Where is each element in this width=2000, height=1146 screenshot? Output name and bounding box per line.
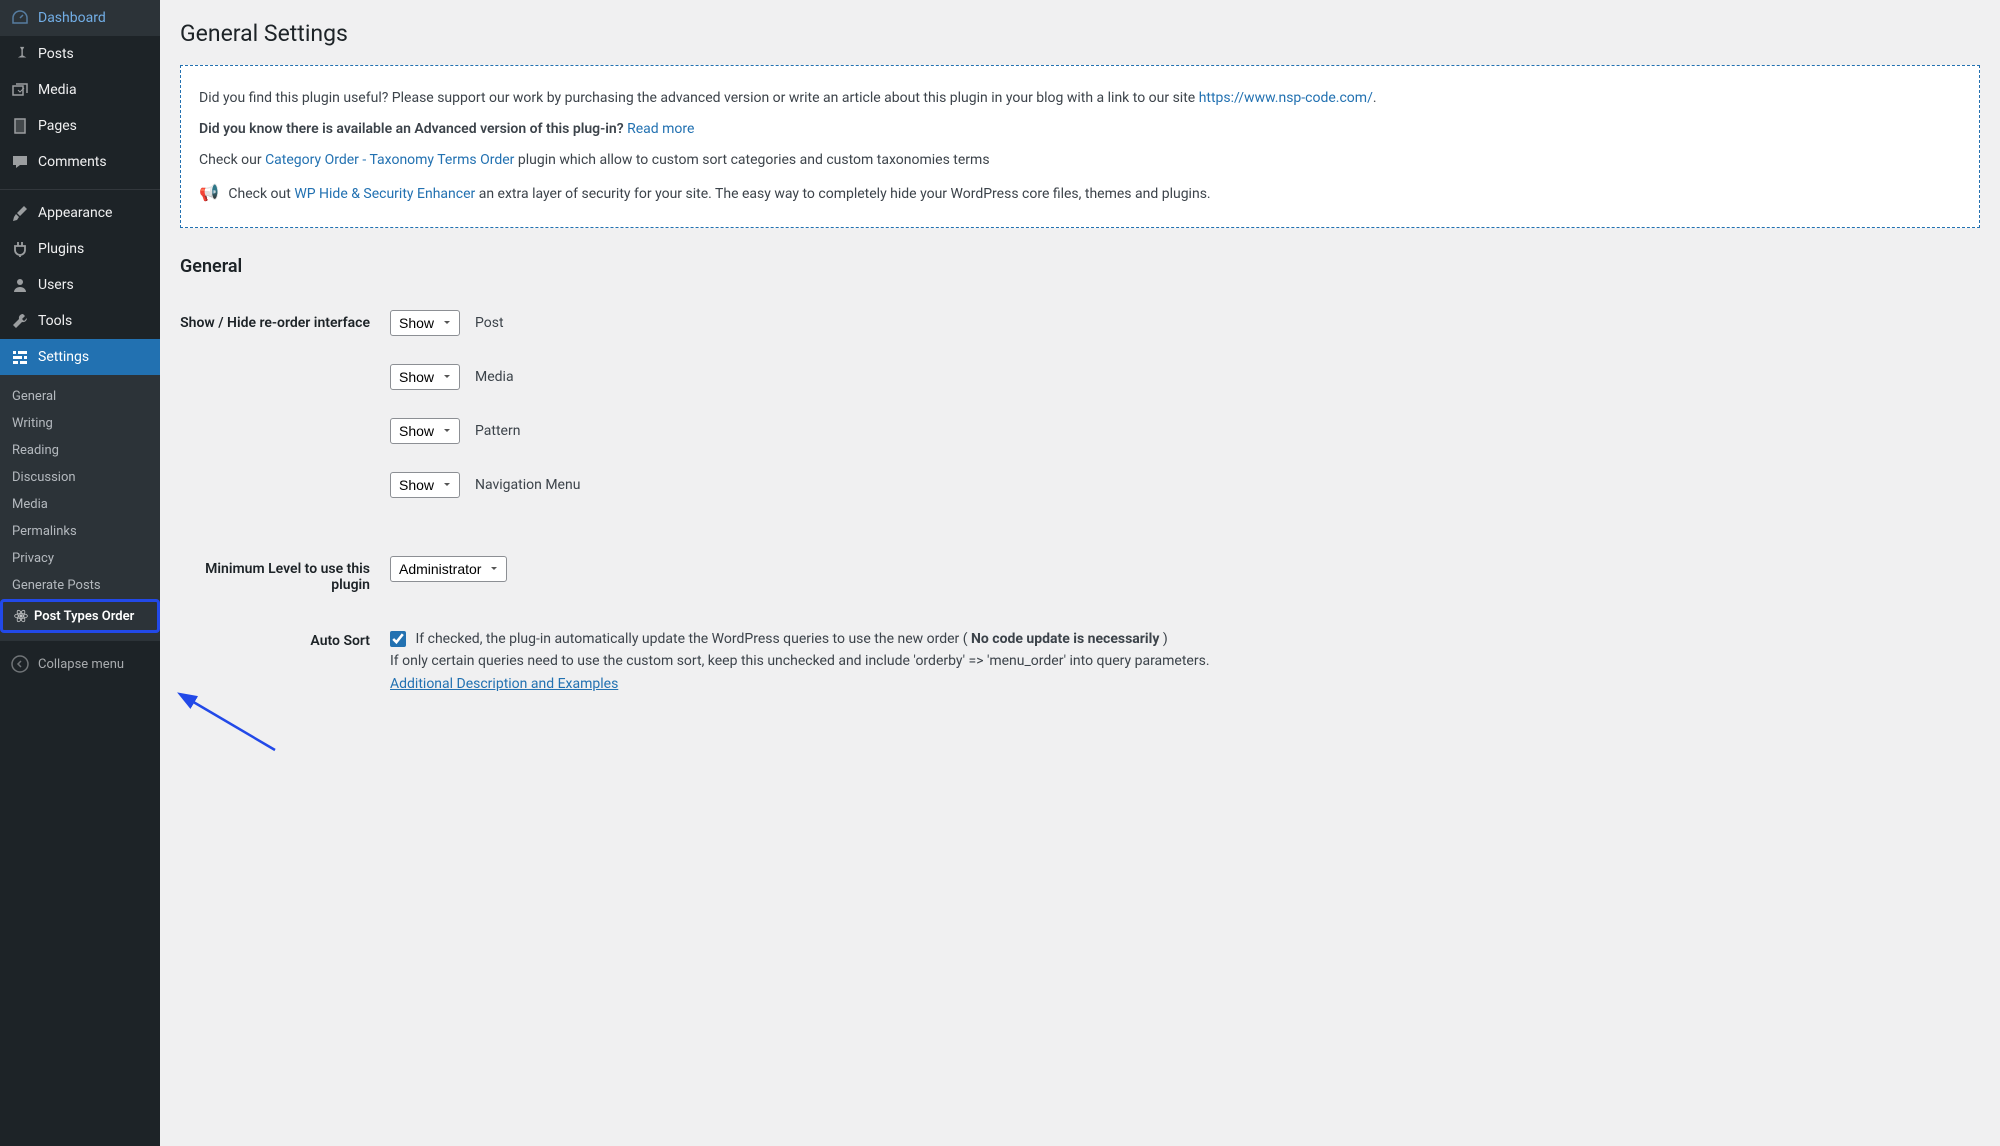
reorder-select-3[interactable]: Show bbox=[390, 472, 460, 498]
user-icon bbox=[10, 275, 30, 295]
min-level-label: Minimum Level to use this plugin bbox=[180, 541, 380, 613]
megaphone-icon: 📢 bbox=[199, 183, 219, 202]
menu-separator bbox=[0, 185, 160, 190]
sliders-icon bbox=[10, 347, 30, 367]
collapse-label: Collapse menu bbox=[38, 657, 124, 672]
brush-icon bbox=[10, 203, 30, 223]
notice-line-2: Did you know there is available an Advan… bbox=[199, 119, 1961, 140]
sub-item-writing[interactable]: Writing bbox=[0, 410, 160, 437]
settings-submenu: GeneralWritingReadingDiscussionMediaPerm… bbox=[0, 375, 160, 641]
wrench-icon bbox=[10, 311, 30, 331]
menu-item-plugins[interactable]: Plugins bbox=[0, 231, 160, 267]
additional-desc-link[interactable]: Additional Description and Examples bbox=[390, 676, 618, 692]
menu-item-users[interactable]: Users bbox=[0, 267, 160, 303]
dashboard-icon bbox=[10, 8, 30, 28]
reorder-row-1: Show Media bbox=[390, 364, 1970, 390]
reorder-select-2[interactable]: Show bbox=[390, 418, 460, 444]
collapse-icon bbox=[10, 654, 30, 674]
menu-item-posts[interactable]: Posts bbox=[0, 36, 160, 72]
category-order-link[interactable]: Category Order - Taxonomy Terms Order bbox=[265, 152, 514, 168]
reorder-row-2: Show Pattern bbox=[390, 418, 1970, 444]
menu-item-pages[interactable]: Pages bbox=[0, 108, 160, 144]
media-icon bbox=[10, 80, 30, 100]
sub-item-post-types-order[interactable]: Post Types Order bbox=[0, 599, 160, 633]
menu-item-appearance[interactable]: Appearance bbox=[0, 195, 160, 231]
sub-item-general[interactable]: General bbox=[0, 383, 160, 410]
auto-sort-checkbox[interactable] bbox=[390, 631, 406, 647]
reorder-select-0[interactable]: Show bbox=[390, 310, 460, 336]
menu-item-tools[interactable]: Tools bbox=[0, 303, 160, 339]
sub-item-privacy[interactable]: Privacy bbox=[0, 545, 160, 572]
auto-sort-label: Auto Sort bbox=[180, 613, 380, 710]
plugin-icon bbox=[10, 239, 30, 259]
notice-line-4: 📢 Check out WP Hide & Security Enhancer … bbox=[199, 181, 1961, 205]
page-title: General Settings bbox=[180, 20, 1980, 47]
menu-item-media[interactable]: Media bbox=[0, 72, 160, 108]
read-more-link[interactable]: Read more bbox=[627, 121, 694, 137]
reorder-label: Show / Hide re-order interface bbox=[180, 295, 380, 541]
notice-line-1: Did you find this plugin useful? Please … bbox=[199, 88, 1961, 109]
settings-form: Show / Hide re-order interface ShowPostS… bbox=[180, 295, 1980, 710]
reorder-type-label: Media bbox=[475, 369, 514, 385]
auto-sort-desc: If checked, the plug-in automatically up… bbox=[390, 628, 1970, 695]
min-level-select[interactable]: Administrator bbox=[390, 556, 507, 582]
notice-line-3: Check our Category Order - Taxonomy Term… bbox=[199, 150, 1961, 171]
reorder-type-label: Navigation Menu bbox=[475, 477, 580, 493]
reorder-row-3: Show Navigation Menu bbox=[390, 472, 1970, 498]
sub-item-discussion[interactable]: Discussion bbox=[0, 464, 160, 491]
comment-icon bbox=[10, 152, 30, 172]
menu-item-settings[interactable]: Settings bbox=[0, 339, 160, 375]
reorder-select-1[interactable]: Show bbox=[390, 364, 460, 390]
wp-hide-link[interactable]: WP Hide & Security Enhancer bbox=[294, 186, 475, 202]
page-icon bbox=[10, 116, 30, 136]
sub-item-reading[interactable]: Reading bbox=[0, 437, 160, 464]
sub-item-generate-posts[interactable]: Generate Posts bbox=[0, 572, 160, 599]
reorder-type-label: Post bbox=[475, 315, 504, 331]
atom-icon bbox=[12, 607, 30, 625]
collapse-menu[interactable]: Collapse menu bbox=[0, 646, 160, 682]
reorder-row-0: Show Post bbox=[390, 310, 1970, 336]
plugin-notice: Did you find this plugin useful? Please … bbox=[180, 65, 1980, 228]
sub-item-permalinks[interactable]: Permalinks bbox=[0, 518, 160, 545]
nsp-link[interactable]: https://www.nsp-code.com/ bbox=[1199, 90, 1373, 106]
main-content: General Settings Did you find this plugi… bbox=[160, 0, 2000, 1146]
menu-item-dashboard[interactable]: Dashboard bbox=[0, 0, 160, 36]
sub-item-media[interactable]: Media bbox=[0, 491, 160, 518]
reorder-type-label: Pattern bbox=[475, 423, 520, 439]
pin-icon bbox=[10, 44, 30, 64]
admin-sidebar: DashboardPostsMediaPagesComments Appeara… bbox=[0, 0, 160, 1146]
section-heading: General bbox=[180, 256, 1980, 277]
menu-item-comments[interactable]: Comments bbox=[0, 144, 160, 180]
